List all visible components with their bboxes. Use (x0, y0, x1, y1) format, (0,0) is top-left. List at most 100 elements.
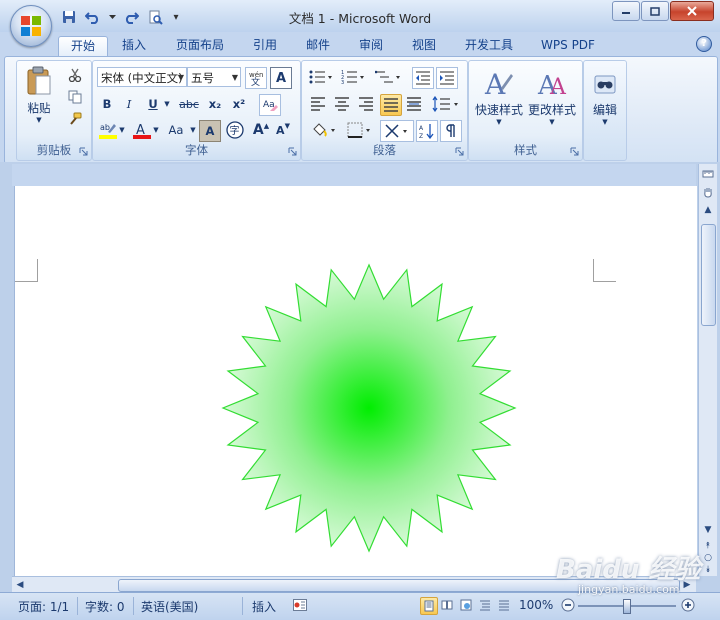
dialog-launcher-icon[interactable] (288, 147, 297, 156)
borders-button[interactable] (344, 120, 376, 140)
superscript-button[interactable]: x² (229, 94, 249, 114)
cut-button[interactable] (65, 65, 85, 85)
change-styles-button[interactable]: AA 更改样式 ▼ (525, 63, 579, 131)
numbering-button[interactable]: 123 (338, 67, 368, 87)
shrink-font-button[interactable]: A ▼ (273, 120, 293, 140)
star-shape[interactable] (217, 261, 521, 555)
decrease-indent-icon (416, 71, 430, 85)
pan-button[interactable] (700, 184, 716, 200)
copy-icon (68, 90, 82, 104)
tab-home[interactable]: 开始 (58, 36, 108, 57)
justify-button[interactable] (380, 94, 402, 116)
tab-references[interactable]: 引用 (245, 36, 285, 56)
scroll-left-button[interactable]: ◀ (13, 578, 27, 592)
clear-formatting-button[interactable]: Aa (259, 94, 281, 116)
align-right-button[interactable] (356, 94, 376, 114)
font-size-value: 五号 (191, 71, 214, 85)
align-left-icon (311, 97, 325, 111)
format-painter-button[interactable] (65, 109, 85, 129)
maximize-button[interactable] (641, 1, 669, 21)
tab-insert[interactable]: 插入 (114, 36, 154, 56)
phonetic-guide-button[interactable]: wén 文 (245, 67, 267, 89)
ruler-toggle-button[interactable] (700, 166, 716, 182)
full-screen-reading-button[interactable] (439, 597, 455, 613)
page-count[interactable]: 页面: 1/1 (18, 598, 69, 615)
tab-mailings[interactable]: 邮件 (298, 36, 338, 56)
vertical-scroll-thumb[interactable] (701, 224, 716, 326)
multilevel-list-button[interactable] (372, 67, 404, 87)
show-marks-button[interactable] (440, 120, 462, 142)
change-case-dropdown[interactable]: ▼ (189, 119, 197, 141)
subscript-button[interactable]: x₂ (205, 94, 225, 114)
dialog-launcher-icon[interactable] (455, 147, 464, 156)
highlighter-icon: ab (99, 123, 117, 139)
status-separator (77, 597, 78, 615)
tab-view[interactable]: 视图 (404, 36, 444, 56)
strikethrough-button[interactable]: abc (177, 94, 201, 114)
chinese-layout-button[interactable] (380, 120, 414, 142)
document-page[interactable] (14, 186, 697, 576)
italic-button[interactable]: I (119, 94, 139, 114)
outline-view-button[interactable] (477, 597, 493, 613)
office-button[interactable] (10, 5, 52, 47)
highlight-dropdown[interactable]: ▼ (118, 119, 126, 141)
close-button[interactable] (670, 1, 714, 21)
insert-mode-indicator[interactable]: 插入 (252, 598, 276, 615)
font-group: 宋体 (中文正文) ▼ 五号 ▼ wén 文 A B I U ▼ abc x₂ x² … (92, 60, 301, 161)
justify-icon (384, 98, 398, 112)
status-separator (133, 597, 134, 615)
tab-wps-pdf[interactable]: WPS PDF (535, 36, 601, 56)
font-size-combo[interactable]: 五号 ▼ (187, 67, 241, 87)
increase-indent-icon (440, 71, 454, 85)
align-left-button[interactable] (308, 94, 328, 114)
tab-developer[interactable]: 开发工具 (458, 36, 520, 56)
svg-text:Z: Z (419, 133, 423, 139)
shading-button[interactable] (308, 120, 340, 140)
svg-text:ab: ab (100, 123, 110, 132)
decrease-indent-button[interactable] (412, 67, 434, 89)
underline-button[interactable]: U (143, 94, 163, 114)
text-highlight-button[interactable]: ab (97, 119, 119, 141)
paste-label: 粘贴 (27, 101, 51, 115)
word-count[interactable]: 字数: 0 (85, 598, 125, 615)
bold-button[interactable]: B (97, 94, 117, 114)
vertical-scrollbar[interactable]: ▲ ▼ ⯭ ○ ⯯ (698, 164, 717, 576)
enclose-characters-button[interactable]: 字 (225, 120, 245, 140)
increase-indent-button[interactable] (436, 67, 458, 89)
dialog-launcher-icon[interactable] (570, 147, 579, 156)
character-shading-button[interactable]: A (199, 120, 221, 142)
zoom-level[interactable]: 100% (519, 598, 553, 612)
tab-review[interactable]: 审阅 (351, 36, 391, 56)
macro-record-button[interactable] (292, 597, 308, 613)
copy-button[interactable] (65, 87, 85, 107)
draft-view-button[interactable] (496, 597, 512, 613)
bullets-button[interactable] (306, 67, 336, 87)
sort-button[interactable]: AZ (416, 120, 438, 142)
tab-page-layout[interactable]: 页面布局 (170, 36, 230, 56)
styles-group: A 快速样式 ▼ AA 更改样式 ▼ 样式 (468, 60, 583, 161)
print-layout-view-button[interactable] (420, 597, 438, 615)
quick-styles-button[interactable]: A 快速样式 ▼ (473, 63, 525, 131)
minimize-button[interactable] (612, 1, 640, 21)
web-layout-view-button[interactable] (458, 597, 474, 613)
triangle-up-icon: ▲ (704, 205, 712, 215)
scroll-down-button[interactable]: ▼ (700, 522, 716, 538)
help-icon[interactable]: ? (696, 36, 712, 52)
underline-dropdown[interactable]: ▼ (163, 94, 171, 114)
svg-text:A: A (484, 68, 506, 98)
outline-icon (480, 600, 490, 611)
dialog-launcher-icon[interactable] (79, 147, 88, 156)
font-name-combo[interactable]: 宋体 (中文正文) ▼ (97, 67, 187, 87)
language-indicator[interactable]: 英语(美国) (141, 598, 198, 615)
change-case-button[interactable]: Aa (163, 119, 189, 141)
distributed-button[interactable] (404, 94, 424, 114)
font-color-button[interactable]: A (131, 119, 153, 141)
scroll-up-button[interactable]: ▲ (700, 202, 716, 218)
character-border-button[interactable]: A (270, 67, 292, 89)
font-color-dropdown[interactable]: ▼ (152, 119, 160, 141)
editing-button[interactable]: 编辑 ▼ (586, 65, 624, 133)
align-center-button[interactable] (332, 94, 352, 114)
line-spacing-button[interactable] (430, 94, 462, 114)
grow-font-button[interactable]: A ▲ (251, 120, 271, 140)
paste-button[interactable]: 粘贴 ▼ (21, 63, 57, 127)
